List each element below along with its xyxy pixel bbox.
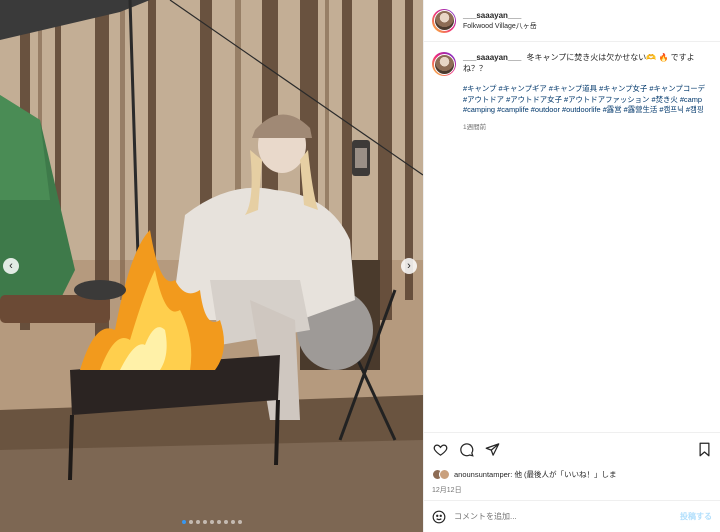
carousel-dot — [216, 520, 221, 524]
carousel-dot — [230, 520, 235, 524]
post-date: 12月12日 — [432, 487, 462, 494]
post-comment-button[interactable]: 投稿する — [680, 511, 712, 522]
comment-input[interactable] — [454, 512, 680, 521]
action-bar — [424, 432, 720, 466]
likes-text[interactable]: anounsuntamper: 他 (最後人が「いいね！」しま — [454, 469, 617, 480]
share-icon[interactable] — [484, 442, 500, 458]
avatar[interactable] — [432, 8, 456, 33]
caption-time: 1週間前 — [463, 123, 487, 131]
caption-username[interactable]: ___saaayan___ — [463, 53, 521, 62]
comment-icon[interactable] — [458, 442, 474, 458]
carousel-dot — [223, 520, 228, 524]
carousel-dot — [202, 520, 207, 524]
hashtags[interactable]: #キャンプ #キャンプギア #キャンプ道具 #キャンプ女子 #キャンプコーデ #… — [463, 84, 708, 116]
photo-illustration — [0, 0, 423, 532]
post-sidebar: ___saaayan___ Folkwood Village八ヶ岳 ___saa… — [423, 0, 720, 532]
caption-row: ___saaayan___ 冬キャンプに焚き火は欠かせない🫶 🔥 ですよね？？ — [432, 52, 712, 76]
carousel-dot — [237, 520, 242, 524]
comments-area: ___saaayan___ 冬キャンプに焚き火は欠かせない🫶 🔥 ですよね？？ … — [424, 42, 720, 432]
carousel-dot — [195, 520, 200, 524]
profile-photo — [433, 53, 455, 75]
emoji-icon[interactable] — [432, 510, 446, 524]
comment-box: 投稿する — [424, 500, 720, 532]
likes-row[interactable]: anounsuntamper: 他 (最後人が「いいね！」しま — [424, 466, 720, 482]
header-text: ___saaayan___ Folkwood Village八ヶ岳 — [463, 11, 537, 31]
carousel-dots — [0, 520, 423, 524]
post-photo[interactable]: ‹ › — [0, 0, 423, 532]
heart-icon[interactable] — [432, 442, 448, 458]
carousel-dot — [181, 520, 186, 524]
profile-photo — [433, 10, 455, 31]
carousel-dot — [188, 520, 193, 524]
caption-body: ___saaayan___ 冬キャンプに焚き火は欠かせない🫶 🔥 ですよね？？ — [463, 52, 712, 74]
carousel-prev-button[interactable]: ‹ — [3, 258, 19, 274]
location-link[interactable]: Folkwood Village八ヶ岳 — [463, 21, 537, 31]
header-username[interactable]: ___saaayan___ — [463, 11, 537, 20]
post-container: ‹ › ___saaayan___ Folkwood Village八ヶ岳 __… — [0, 0, 720, 532]
liker-avatar — [439, 468, 450, 480]
carousel-dot — [209, 520, 214, 524]
caption-avatar[interactable] — [432, 52, 456, 76]
liker-avatars — [432, 468, 450, 480]
bookmark-icon[interactable] — [696, 442, 712, 458]
carousel-next-button[interactable]: › — [401, 258, 417, 274]
post-header: ___saaayan___ Folkwood Village八ヶ岳 — [424, 0, 720, 42]
